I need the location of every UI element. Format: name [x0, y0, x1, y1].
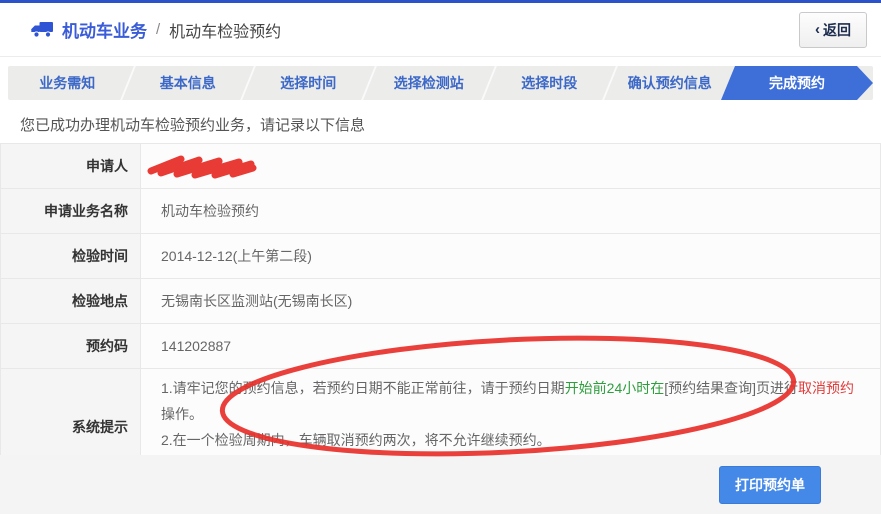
row-label: 检验时间: [0, 233, 141, 279]
back-button-label: 返回: [823, 21, 851, 38]
truck-icon: [30, 21, 53, 38]
tip-line-1: 1.请牢记您的预约信息，若预约日期不能正常前往，请于预约日期开始前24小时在[预…: [161, 375, 868, 427]
step-select-slot: 选择时段: [521, 75, 578, 91]
row-value: 2014-12-12(上午第二段): [140, 233, 881, 279]
wizard-steps-bar: 业务需知 基本信息 选择时间 选择检测站 选择时段 确认预约信息 完成预约: [8, 66, 873, 100]
row-value: 无锡南长区监测站(无锡南长区): [140, 278, 881, 324]
row-label: 检验地点: [0, 278, 141, 324]
row-label: 申请业务名称: [0, 188, 141, 234]
table-row-booking-code: 预约码 141202887: [0, 323, 881, 369]
row-label: 申请人: [0, 143, 141, 189]
row-label: 预约码: [0, 323, 141, 369]
table-row-inspection-time: 检验时间 2014-12-12(上午第二段): [0, 233, 881, 279]
applicant-value-redacted: [140, 143, 881, 189]
table-row-applicant: 申请人: [0, 143, 881, 189]
tip-text: 1.请牢记您的预约信息，若预约日期不能正常前往，请于预约日期: [161, 380, 565, 396]
tip-text: 操作。: [161, 406, 203, 422]
step-select-time: 选择时间: [280, 75, 337, 91]
brand-label: 机动车业务: [62, 22, 147, 41]
tip-text-highlight-green: 开始前24小时在: [564, 380, 665, 396]
step-confirm-info: 确认预约信息: [627, 75, 712, 91]
row-value: 141202887: [140, 323, 881, 369]
redaction-scribble: [147, 155, 257, 179]
step-business-notice: 业务需知: [39, 75, 96, 91]
tip-text-highlight-red: 取消预约: [798, 380, 855, 396]
row-value: 机动车检验预约: [140, 188, 881, 234]
back-button[interactable]: ‹ 返回: [799, 11, 867, 48]
breadcrumb-separator: /: [156, 21, 161, 38]
step-basic-info: 基本信息: [159, 75, 216, 91]
page-header: 机动车业务 / 机动车检验预约 ‹ 返回: [0, 3, 881, 57]
appointment-info-table: 申请人 申请业务名称 机动车检验预约 检验时间 2014-12-12(上午第二段…: [0, 143, 881, 486]
chevron-left-icon: ‹: [815, 21, 820, 38]
table-row-service-name: 申请业务名称 机动车检验预约: [0, 188, 881, 234]
step-select-station: 选择检测站: [393, 75, 464, 91]
tip-text: 2.在一个检验周期内，车辆取消预约两次，将不允许继续预约。: [161, 432, 551, 448]
tip-line-2: 2.在一个检验周期内，车辆取消预约两次，将不允许继续预约。: [161, 427, 868, 453]
table-row-inspection-place: 检验地点 无锡南长区监测站(无锡南长区): [0, 278, 881, 324]
page-title: 机动车检验预约: [169, 23, 282, 41]
breadcrumb-brand[interactable]: 机动车业务: [30, 17, 147, 42]
step-complete-active: 完成预约: [721, 66, 873, 100]
print-appointment-button[interactable]: 打印预约单: [719, 465, 821, 504]
success-message: 您已成功办理机动车检验预约业务，请记录以下信息: [20, 117, 366, 134]
tip-text: [预约结果查询]页进行: [664, 380, 799, 396]
footer-bar: 打印预约单: [0, 455, 881, 514]
